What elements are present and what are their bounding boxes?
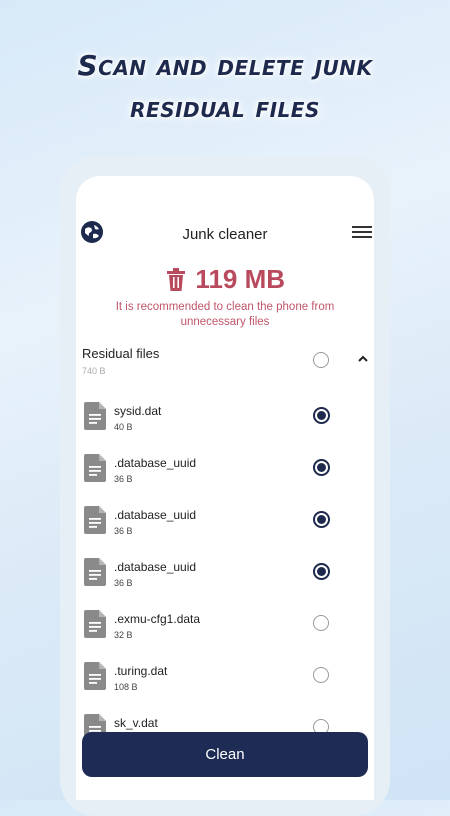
document-icon: [84, 454, 106, 482]
junk-size-summary: 119 MB: [76, 264, 374, 295]
clean-button[interactable]: Clean: [82, 732, 368, 777]
file-row[interactable]: .database_uuid 36 B: [76, 506, 374, 558]
page-title: Junk cleaner: [182, 226, 268, 243]
file-size: 32 B: [114, 630, 133, 640]
document-icon: [84, 506, 106, 534]
group-title: Residual files: [82, 346, 160, 361]
file-row[interactable]: .exmu-cfg1.data 32 B: [76, 610, 374, 662]
hamburger-menu-icon[interactable]: [352, 226, 372, 240]
app-screen: Junk cleaner 119 MB It is recommended to…: [76, 176, 374, 800]
file-size: 36 B: [114, 474, 133, 484]
file-size: 36 B: [114, 526, 133, 536]
headline-line-1: Scan and delete junk: [77, 49, 373, 82]
file-row[interactable]: .database_uuid 36 B: [76, 558, 374, 610]
file-select-radio[interactable]: [313, 615, 329, 631]
file-name: .database_uuid: [114, 456, 197, 470]
file-row[interactable]: sysid.dat 40 B: [76, 402, 374, 454]
file-name: .database_uuid: [114, 560, 197, 574]
file-select-radio[interactable]: [313, 563, 330, 580]
document-icon: [84, 558, 106, 586]
promo-headline: Scan and delete junk residual files: [0, 48, 450, 126]
file-select-radio[interactable]: [313, 459, 330, 476]
document-icon: [84, 402, 106, 430]
top-bar: Junk cleaner: [76, 218, 374, 248]
file-name: sk_v.dat: [114, 716, 158, 730]
file-name: .database_uuid: [114, 508, 197, 522]
file-size: 40 B: [114, 422, 133, 432]
file-name: sysid.dat: [114, 404, 162, 418]
file-name: .turing.dat: [114, 664, 168, 678]
group-select-radio[interactable]: [313, 352, 329, 368]
file-select-radio[interactable]: [313, 667, 329, 683]
file-select-radio[interactable]: [313, 407, 330, 424]
document-icon: [84, 662, 106, 690]
file-row[interactable]: .database_uuid 36 B: [76, 454, 374, 506]
file-name: .exmu-cfg1.data: [114, 612, 201, 626]
file-select-radio[interactable]: [313, 511, 330, 528]
file-row[interactable]: .turing.dat 108 B: [76, 662, 374, 714]
clean-advice-text: It is recommended to clean the phone fro…: [115, 301, 335, 328]
document-icon: [84, 610, 106, 638]
junk-size-value: 119 MB: [195, 264, 286, 294]
group-size: 740 B: [82, 366, 106, 376]
file-size: 36 B: [114, 578, 133, 588]
file-size: 108 B: [114, 682, 138, 692]
trash-icon: [166, 267, 185, 291]
chevron-up-icon[interactable]: [356, 352, 370, 366]
headline-line-2: residual files: [130, 91, 320, 124]
